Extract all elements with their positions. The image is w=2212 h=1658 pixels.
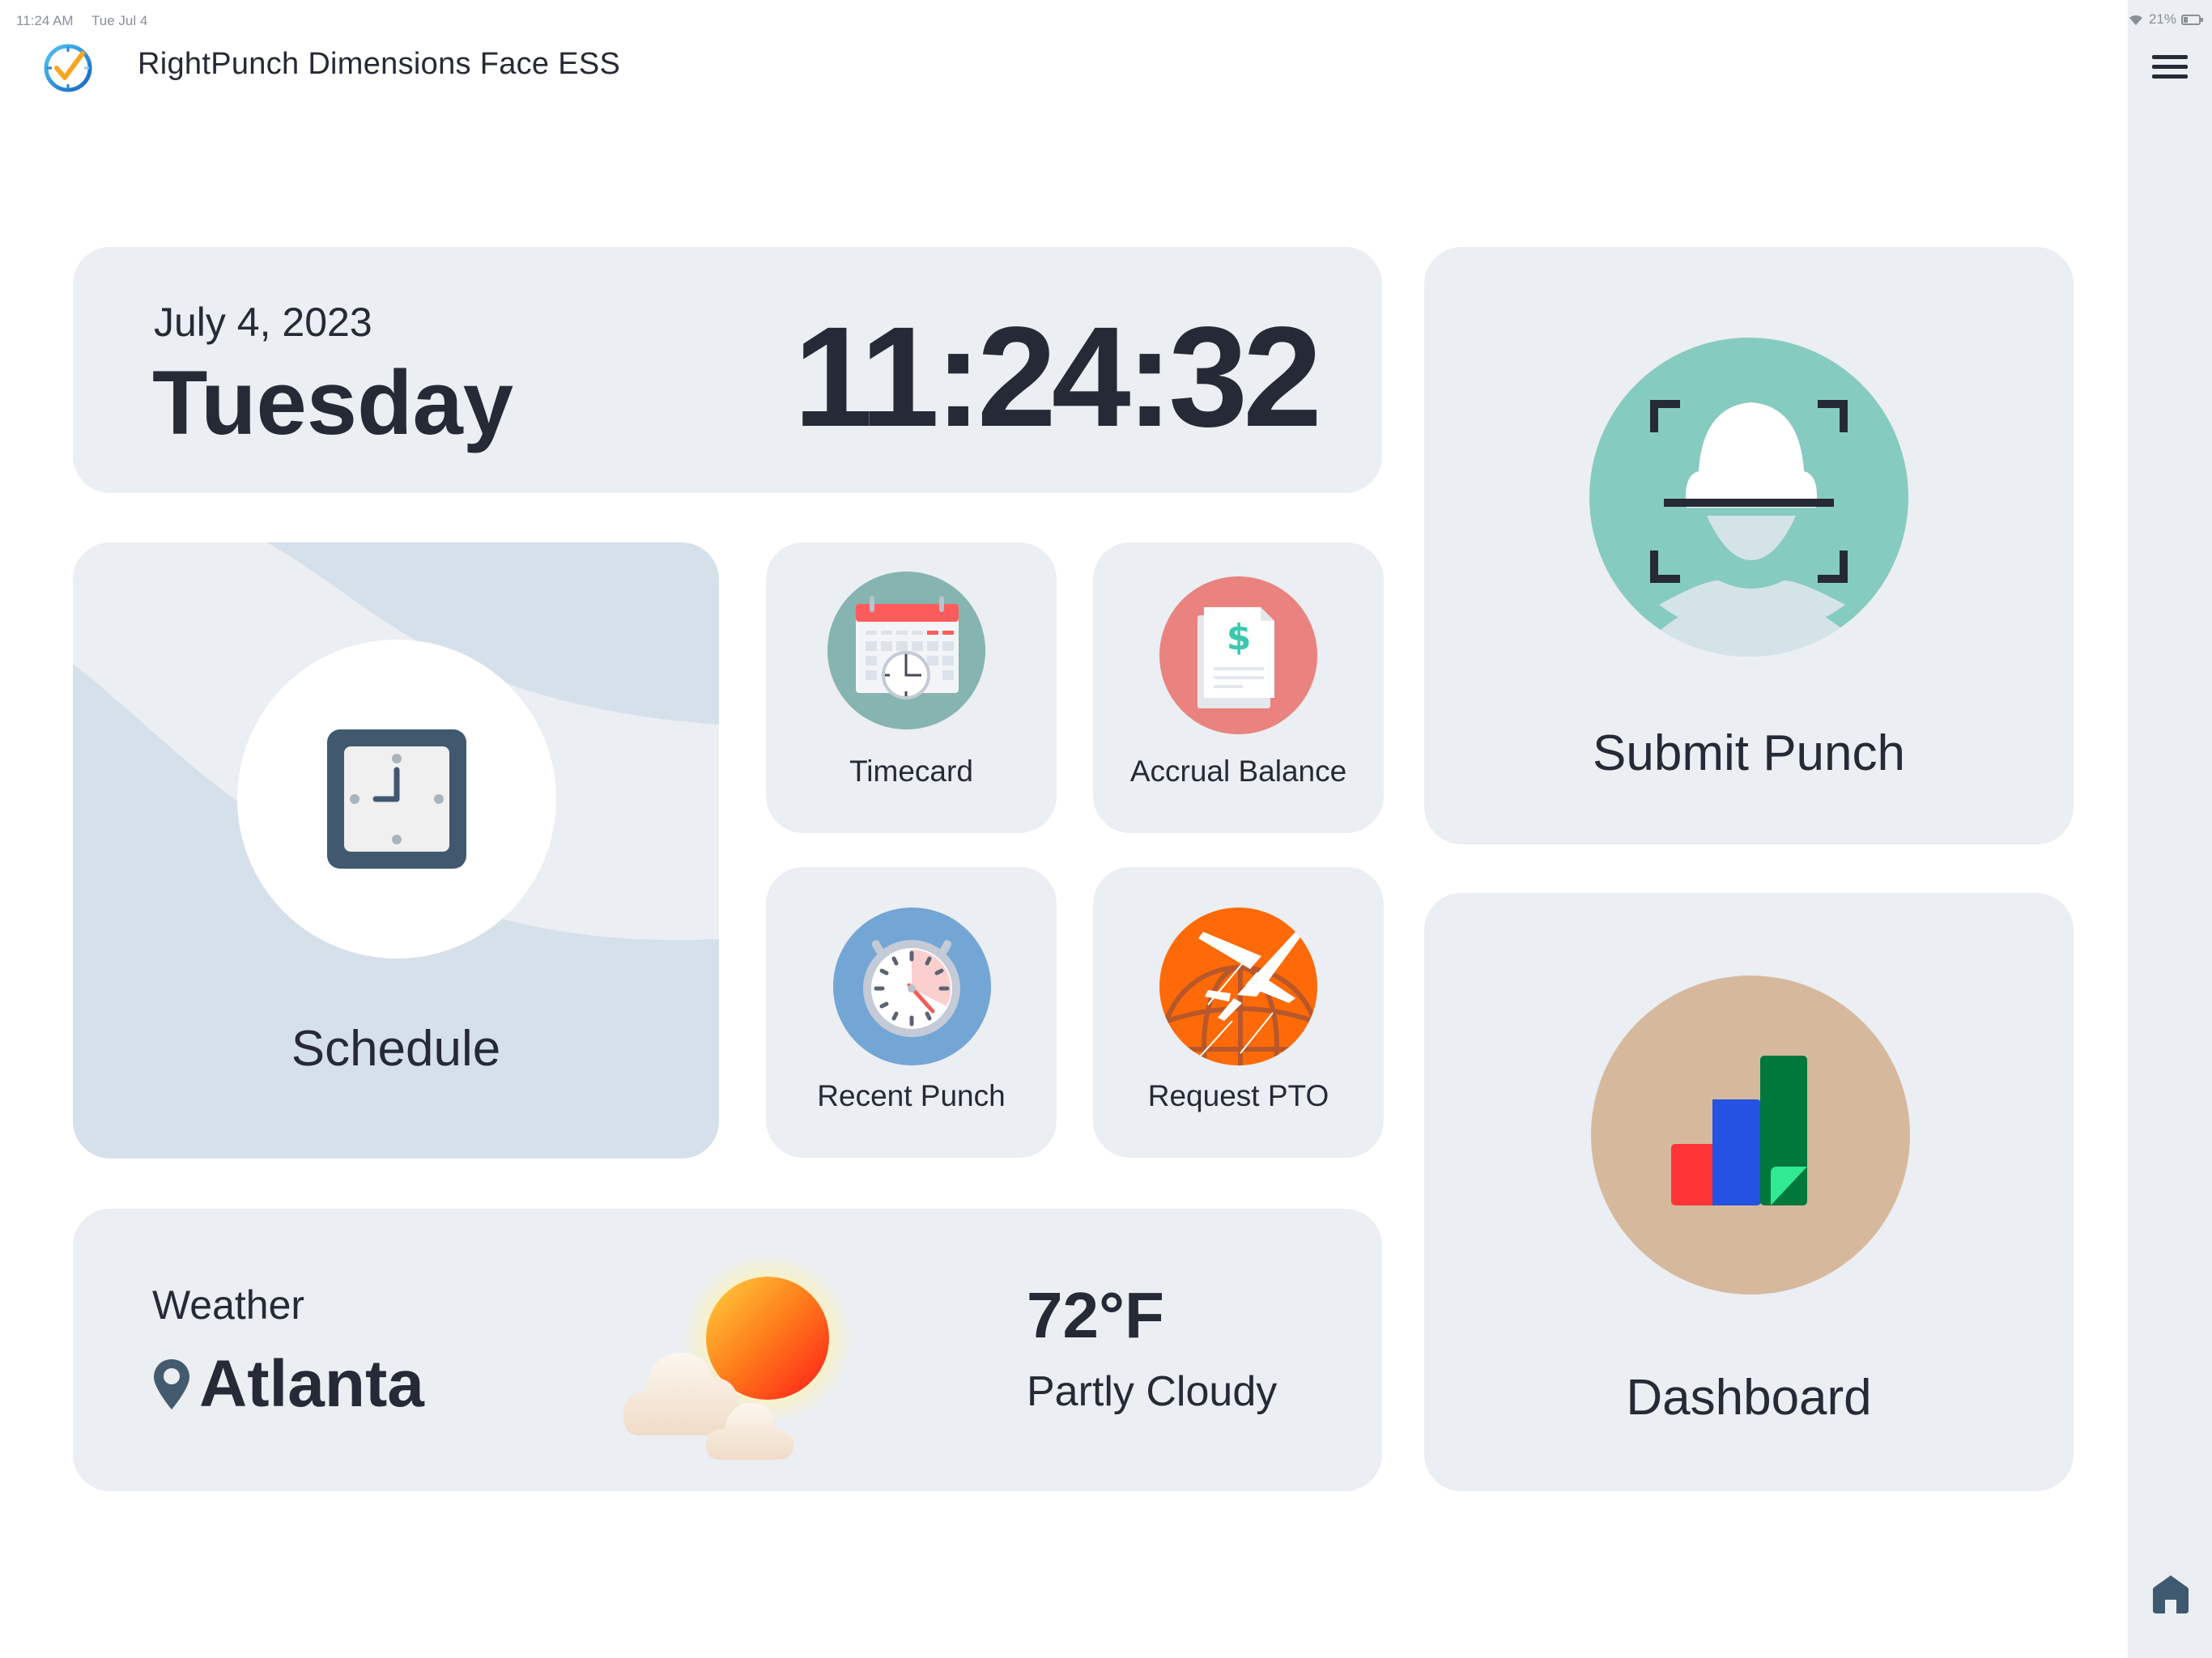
airplane-globe-icon [1159, 908, 1317, 1065]
accrual-balance-button[interactable]: $ Accrual Balance [1093, 542, 1384, 833]
partly-cloudy-icon [615, 1253, 874, 1472]
svg-text:$: $ [1227, 617, 1252, 658]
home-icon[interactable] [2152, 1574, 2189, 1616]
dashboard-button[interactable]: Dashboard [1424, 893, 2074, 1491]
invoice-dollar-icon: $ [1159, 576, 1317, 734]
status-date: Tue Jul 4 [91, 13, 148, 28]
schedule-button[interactable]: Schedule [73, 542, 719, 1158]
schedule-label: Schedule [291, 1021, 501, 1077]
weather-label: Weather [152, 1282, 305, 1328]
accrual-balance-label: Accrual Balance [1129, 755, 1347, 788]
battery-percent: 21% [2148, 11, 2176, 27]
wall-clock-icon [327, 729, 466, 869]
request-pto-button[interactable]: Request PTO [1093, 867, 1384, 1158]
timecard-button[interactable]: Timecard [766, 542, 1057, 833]
dashboard-label: Dashboard [1626, 1370, 1872, 1426]
right-sidebar [2128, 0, 2212, 1658]
timecard-label: Timecard [849, 755, 973, 788]
battery-icon [2181, 14, 2203, 25]
face-scan-icon [1589, 338, 1908, 657]
status-time: 11:24 AM [16, 13, 74, 28]
recent-punch-button[interactable]: Recent Punch [766, 867, 1057, 1158]
app-title: RightPunch Dimensions Face ESS [138, 47, 621, 81]
weather-temperature: 72°F [1027, 1279, 1164, 1351]
wifi-icon [2129, 15, 2142, 25]
datetime-card: July 4, 2023 Tuesday 11:24:32 [73, 247, 1382, 493]
current-time: 11:24:32 [793, 298, 1322, 457]
current-date: July 4, 2023 [154, 300, 372, 345]
weather-condition: Partly Cloudy [1027, 1368, 1278, 1415]
submit-punch-label: Submit Punch [1593, 725, 1905, 781]
hamburger-menu-icon[interactable] [2152, 55, 2188, 84]
request-pto-label: Request PTO [1147, 1079, 1329, 1112]
bar-chart-icon [1591, 976, 1910, 1295]
clock-check-icon [42, 42, 94, 94]
status-indicators: 21% [2128, 11, 2203, 28]
weather-card: Weather Atlanta 72°F Partly Cloudy [73, 1209, 1382, 1491]
stopwatch-icon [833, 908, 991, 1065]
schedule-icon-circle [237, 640, 556, 959]
recent-punch-label: Recent Punch [817, 1079, 1006, 1112]
submit-punch-button[interactable]: Submit Punch [1424, 247, 2074, 844]
calendar-clock-icon [827, 572, 985, 729]
current-weekday: Tuesday [152, 352, 514, 453]
weather-city: Atlanta [199, 1347, 424, 1421]
weather-location: Atlanta [152, 1346, 424, 1422]
location-pin-icon [154, 1359, 189, 1409]
status-bar: 11:24 AM Tue Jul 4 [16, 13, 162, 29]
